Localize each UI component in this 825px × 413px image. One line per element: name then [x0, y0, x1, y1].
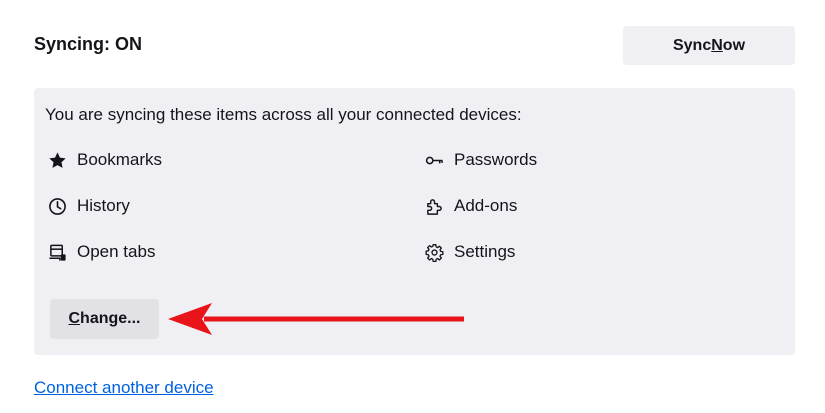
sync-item-label: Add-ons	[454, 196, 518, 215]
sync-item-label: Settings	[454, 242, 516, 261]
change-button[interactable]: Change...	[50, 299, 159, 339]
sync-now-label-post: ow	[722, 36, 746, 54]
sync-item-label: Open tabs	[77, 242, 156, 261]
sync-item-history: History	[47, 195, 130, 217]
sync-now-accel-key: N	[711, 36, 723, 54]
sync-item-passwords: Passwords	[424, 149, 537, 171]
sync-description: You are syncing these items across all y…	[45, 105, 522, 124]
sync-item-addons: Add-ons	[424, 195, 517, 217]
sync-item-settings: Settings	[424, 241, 515, 263]
sync-item-open-tabs: Open tabs	[47, 241, 155, 263]
annotation-arrow	[168, 303, 464, 335]
sync-status-title: Syncing: ON	[34, 34, 143, 54]
sync-now-button[interactable]: Sync Now	[623, 26, 795, 65]
tabs-icon	[47, 242, 67, 262]
star-icon	[47, 150, 67, 170]
puzzle-icon	[424, 196, 444, 216]
connect-another-device-link[interactable]: Connect another device	[34, 378, 214, 398]
change-label-post: hange...	[80, 310, 141, 327]
gear-icon	[424, 242, 444, 262]
clock-icon	[47, 196, 67, 216]
sync-now-label-pre: Sync	[672, 36, 712, 54]
sync-item-label: Bookmarks	[77, 150, 163, 169]
key-icon	[424, 150, 444, 170]
sync-item-label: History	[77, 196, 130, 215]
sync-item-label: Passwords	[454, 150, 538, 169]
change-accel-key: C	[68, 310, 81, 327]
sync-item-bookmarks: Bookmarks	[47, 149, 162, 171]
